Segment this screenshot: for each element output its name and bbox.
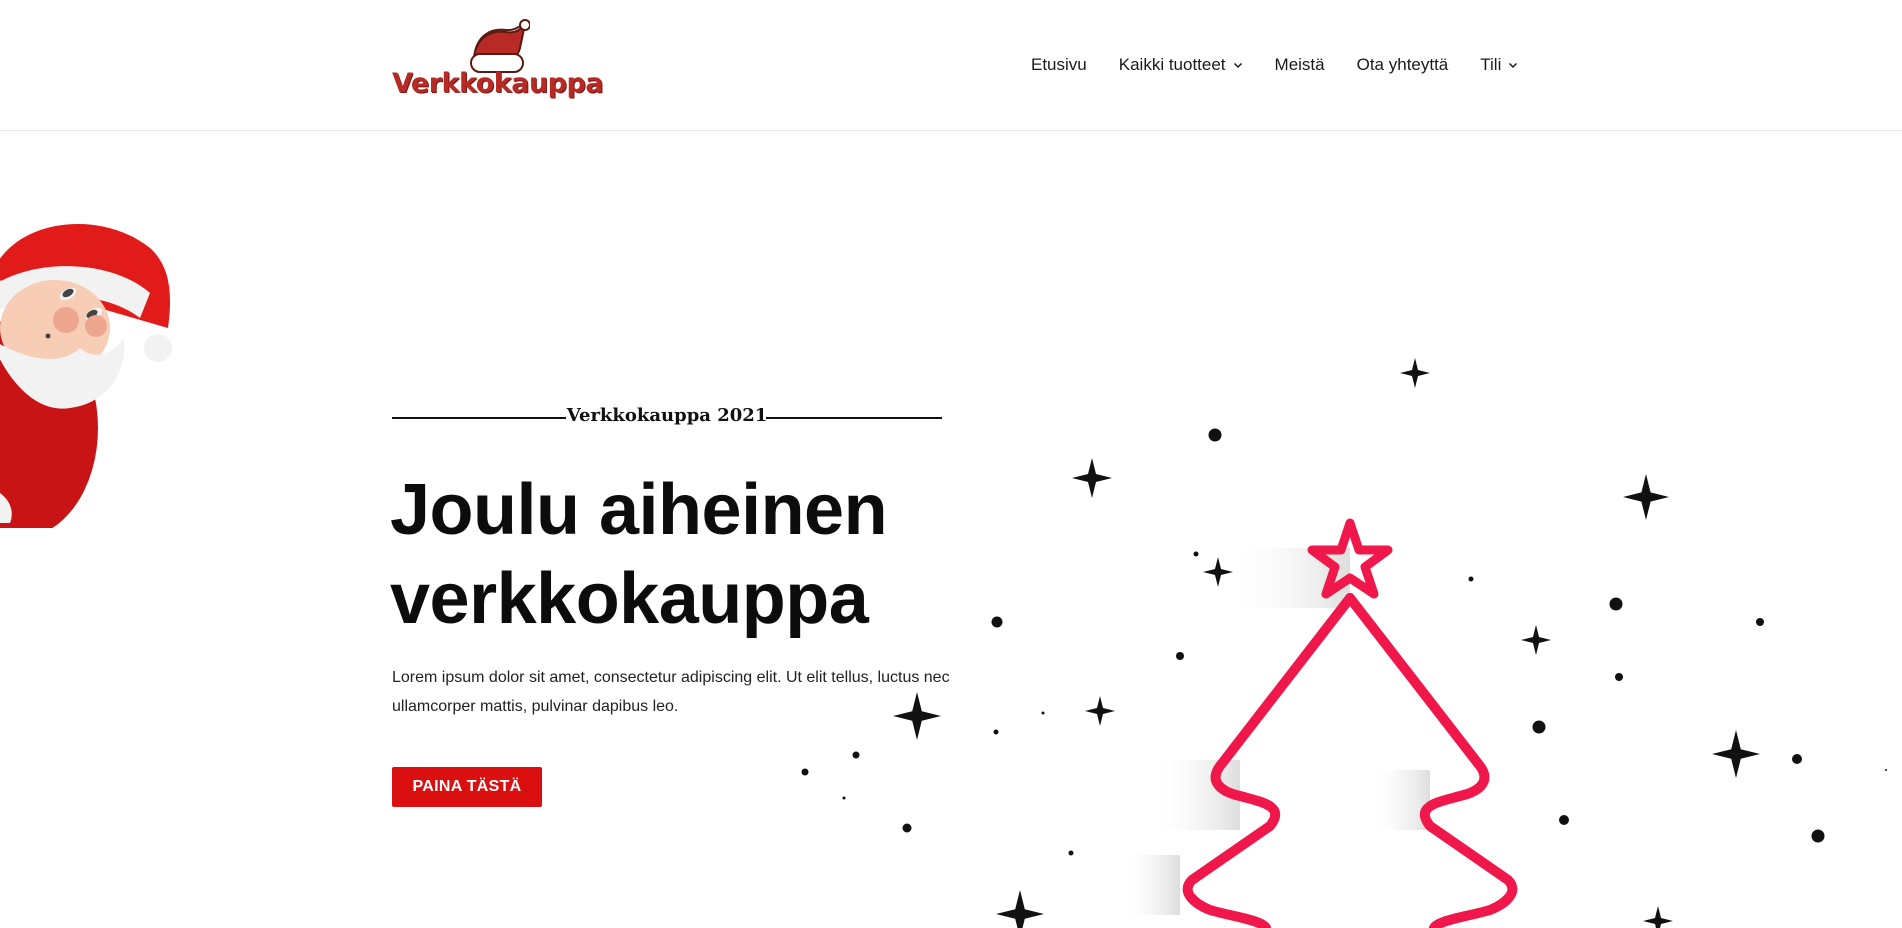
- nav-label: Kaikki tuotteet: [1118, 55, 1226, 74]
- star-icon: [893, 692, 941, 740]
- star-icon: [1072, 458, 1112, 498]
- chevron-down-icon: [1509, 62, 1518, 69]
- nav-item-tili[interactable]: Tili: [1480, 52, 1518, 78]
- nav-label: Tili: [1480, 55, 1502, 74]
- star-icon: [1712, 730, 1760, 778]
- nav-label: Meistä: [1274, 55, 1325, 74]
- star-icon: [996, 890, 1044, 928]
- christmas-tree-illustration: [801, 358, 1887, 928]
- nav-item-ota-yhteytta[interactable]: Ota yhteyttä: [1357, 52, 1449, 78]
- nav-item-etusivu[interactable]: Etusivu: [1031, 52, 1087, 78]
- nav-item-kaikki-tuotteet[interactable]: Kaikki tuotteet: [1119, 52, 1243, 78]
- site-header: Verkkokauppa Etusivu Kaikki tuotteet Mei…: [0, 0, 1902, 131]
- main-nav: Etusivu Kaikki tuotteet Meistä Ota yhtey…: [1031, 52, 1550, 78]
- site-logo[interactable]: Verkkokauppa: [392, 18, 604, 106]
- star-icon: [1643, 906, 1673, 928]
- santa-illustration: [0, 224, 172, 528]
- logo-text: Verkkokauppa: [392, 68, 604, 99]
- nav-label: Etusivu: [1031, 55, 1087, 74]
- nav-item-meista[interactable]: Meistä: [1275, 52, 1325, 78]
- star-icon: [1623, 474, 1669, 520]
- cta-button[interactable]: PAINA TÄSTÄ: [392, 767, 542, 807]
- chevron-down-icon: [1233, 62, 1242, 69]
- star-icon: [1400, 358, 1430, 388]
- star-icon: [1521, 625, 1551, 655]
- nav-label: Ota yhteyttä: [1356, 55, 1449, 74]
- star-icon: [1085, 696, 1115, 726]
- star-icon: [1203, 557, 1233, 587]
